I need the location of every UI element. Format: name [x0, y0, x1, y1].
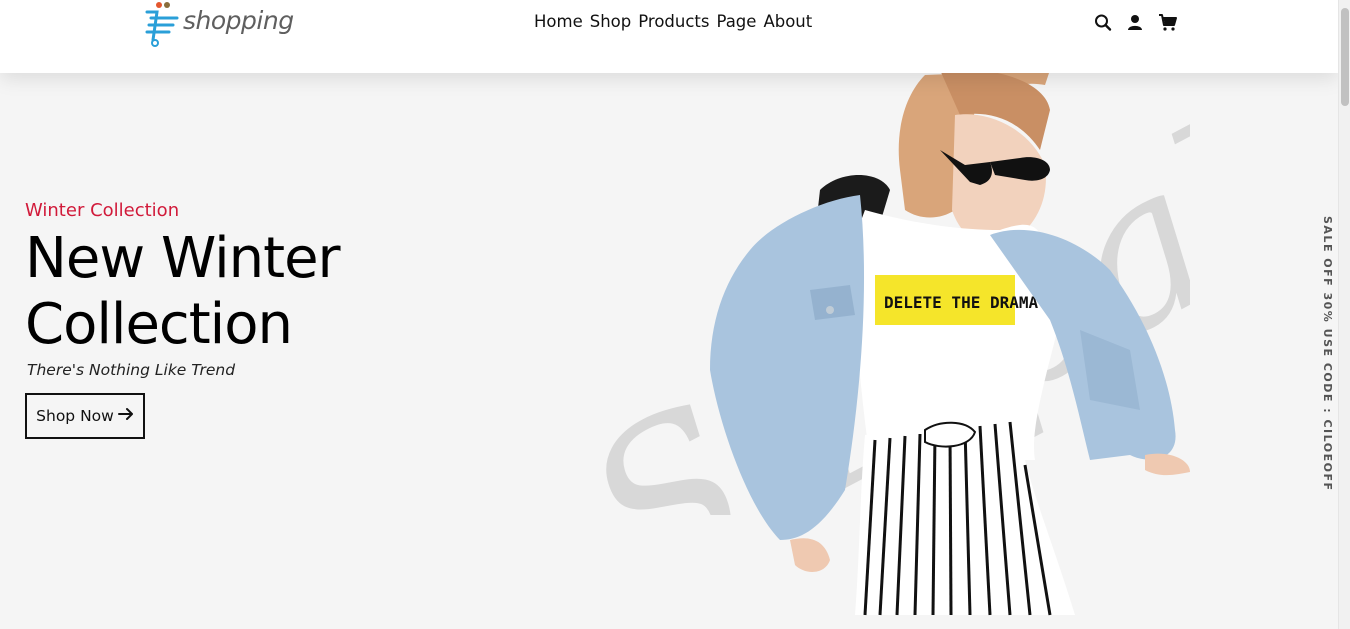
shop-now-label: Shop Now [36, 407, 114, 425]
main-nav: Home Shop Products Page About [534, 12, 812, 31]
cart-icon[interactable] [1158, 12, 1177, 32]
header-icons [1094, 12, 1177, 32]
nav-item-products[interactable]: Products [638, 12, 709, 31]
hero-subtitle: Winter Collection [25, 200, 180, 221]
arrow-right-icon [117, 406, 134, 426]
brand-logo[interactable]: shopping [145, 0, 294, 48]
scrollbar-thumb[interactable] [1341, 8, 1349, 106]
user-icon[interactable] [1126, 12, 1144, 32]
shopping-cart-logo-icon [145, 2, 179, 47]
nav-item-shop[interactable]: Shop [590, 12, 632, 31]
shop-now-button[interactable]: Shop Now [25, 393, 145, 439]
site-header: shopping Home Shop Products Page About [0, 0, 1338, 73]
svg-text:DELETE THE DRAMA: DELETE THE DRAMA [884, 293, 1038, 312]
promo-vertical-text: SALE OFF 30% USE CODE : CILOEOFF [1321, 216, 1334, 492]
nav-item-about[interactable]: About [763, 12, 812, 31]
hero-model-image: DELETE THE DRAMA [710, 70, 1190, 616]
page-scrollbar[interactable] [1338, 0, 1350, 629]
nav-item-home[interactable]: Home [534, 12, 583, 31]
page: shopping Home Shop Products Page About S… [0, 0, 1350, 629]
nav-item-page[interactable]: Page [716, 12, 756, 31]
search-icon[interactable] [1094, 12, 1112, 32]
hero-tagline: There's Nothing Like Trend [27, 361, 236, 379]
hero-title: New Winter Collection [25, 226, 341, 357]
brand-name: shopping [183, 6, 294, 35]
